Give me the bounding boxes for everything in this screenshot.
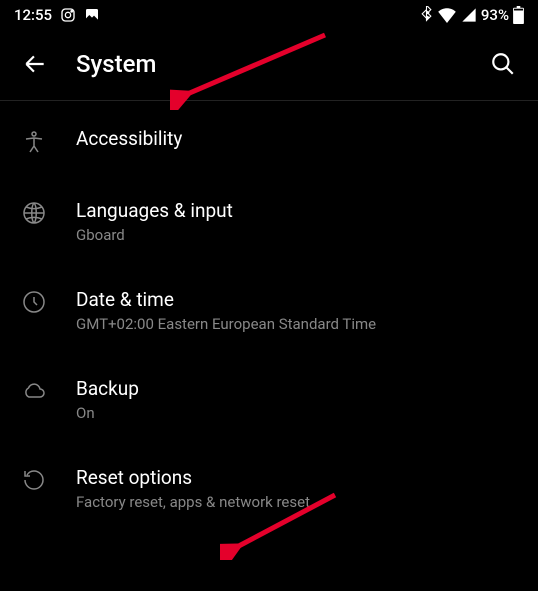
item-title: Reset options	[76, 466, 310, 489]
item-accessibility[interactable]: Accessibility	[0, 105, 538, 177]
instagram-icon	[60, 7, 76, 23]
status-time: 12:55	[14, 6, 52, 24]
accessibility-icon	[20, 127, 48, 155]
signal-icon	[461, 7, 477, 23]
item-title: Accessibility	[76, 127, 182, 150]
item-backup[interactable]: Backup On	[0, 355, 538, 444]
item-title: Languages & input	[76, 199, 233, 222]
item-title: Date & time	[76, 288, 376, 311]
reset-icon	[20, 466, 48, 492]
page-title: System	[76, 50, 156, 78]
item-languages[interactable]: Languages & input Gboard	[0, 177, 538, 266]
settings-list: Accessibility Languages & input Gboard D…	[0, 101, 538, 537]
item-subtitle: Factory reset, apps & network reset	[76, 493, 310, 511]
app-bar: System	[0, 28, 538, 100]
image-icon	[84, 7, 100, 23]
item-subtitle: On	[76, 404, 139, 422]
item-datetime[interactable]: Date & time GMT+02:00 Eastern European S…	[0, 266, 538, 355]
globe-icon	[20, 199, 48, 225]
item-reset[interactable]: Reset options Factory reset, apps & netw…	[0, 444, 538, 533]
back-icon[interactable]	[22, 51, 48, 77]
wifi-icon	[437, 7, 457, 23]
item-subtitle: GMT+02:00 Eastern European Standard Time	[76, 315, 376, 333]
cloud-icon	[20, 377, 48, 403]
item-title: Backup	[76, 377, 139, 400]
battery-percent: 93%	[481, 6, 509, 24]
search-icon[interactable]	[490, 51, 516, 77]
item-subtitle: Gboard	[76, 226, 233, 244]
bluetooth-icon	[420, 6, 433, 24]
clock-icon	[20, 288, 48, 314]
battery-icon	[513, 6, 524, 24]
status-bar: 12:55 93%	[0, 0, 538, 28]
